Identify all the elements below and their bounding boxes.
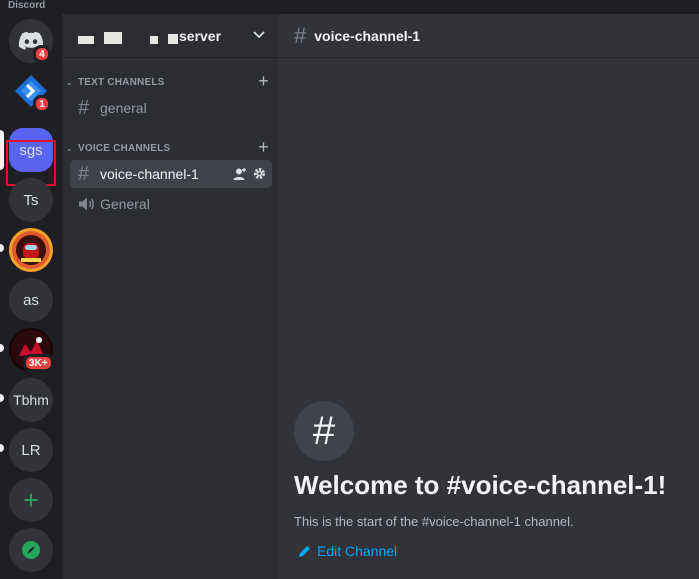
- notification-badge: 3K+: [23, 354, 54, 372]
- server-header[interactable]: server: [62, 14, 278, 58]
- edit-channel-label: Edit Channel: [317, 543, 398, 559]
- guild-as[interactable]: as: [9, 278, 53, 322]
- channel-sidebar: server ⌄ TEXT CHANNELS + # general ⌄ VOI…: [62, 14, 278, 579]
- guild-label: LR: [21, 441, 41, 459]
- category-label: TEXT CHANNELS: [78, 77, 165, 88]
- unread-indicator: [0, 394, 4, 402]
- notification-badge: 4: [33, 45, 51, 63]
- notification-badge: 1: [33, 95, 51, 113]
- channel-voice-channel-1[interactable]: # voice-channel-1: [70, 160, 272, 188]
- compass-icon: [22, 541, 40, 559]
- app-name: Discord: [8, 0, 46, 11]
- welcome-title: Welcome to #voice-channel-1!: [294, 470, 667, 500]
- redacted-block: [78, 36, 94, 44]
- chevron-down-icon: ⌄: [66, 144, 73, 153]
- channel-label: voice-channel-1: [100, 166, 199, 182]
- chevron-down-icon: [253, 31, 265, 39]
- guild-tbhm[interactable]: Tbhm: [9, 378, 53, 422]
- channel-general[interactable]: # general: [70, 94, 272, 122]
- plus-icon: +: [23, 485, 39, 515]
- guild-lr[interactable]: LR: [9, 428, 53, 472]
- add-member-icon[interactable]: [233, 167, 247, 181]
- welcome-subtitle: This is the start of the #voice-channel-…: [294, 514, 574, 529]
- selected-indicator: [0, 130, 4, 170]
- explore-servers-button[interactable]: [9, 528, 53, 572]
- redacted-block: [104, 32, 122, 44]
- create-channel-plus-icon[interactable]: +: [258, 137, 269, 158]
- channel-general-voice[interactable]: General: [70, 190, 272, 218]
- hash-icon: #: [78, 96, 90, 119]
- edit-channel-link[interactable]: Edit Channel: [298, 543, 397, 559]
- title-bar: Discord: [0, 0, 699, 14]
- redacted-block: [150, 36, 158, 44]
- hash-icon: #: [78, 162, 90, 185]
- category-label: VOICE CHANNELS: [78, 143, 171, 154]
- guild-label: Tbhm: [13, 392, 49, 408]
- category-text-channels[interactable]: ⌄ TEXT CHANNELS +: [66, 71, 269, 91]
- avatar-image-icon: [12, 231, 50, 269]
- hash-icon: #: [294, 22, 307, 48]
- guild-ts[interactable]: Ts: [9, 178, 53, 222]
- server-name: server: [179, 28, 222, 44]
- channel-header: # voice-channel-1: [278, 14, 699, 58]
- speaker-icon: [79, 197, 94, 211]
- redacted-block: [168, 34, 178, 44]
- unread-indicator: [0, 344, 4, 352]
- category-voice-channels[interactable]: ⌄ VOICE CHANNELS +: [66, 137, 269, 157]
- unread-indicator: [0, 244, 4, 252]
- add-server-button[interactable]: +: [9, 478, 53, 522]
- pencil-icon: [298, 545, 311, 557]
- main-content: # voice-channel-1 # Welcome to #voice-ch…: [278, 14, 699, 579]
- create-channel-plus-icon[interactable]: +: [258, 71, 269, 92]
- unread-indicator: [0, 444, 4, 452]
- hash-icon: #: [294, 401, 354, 461]
- guild-label: Ts: [23, 191, 39, 209]
- chevron-down-icon: ⌄: [66, 78, 73, 87]
- channel-label: general: [100, 100, 147, 116]
- channel-label: General: [100, 196, 150, 212]
- guild-label: as: [23, 291, 39, 309]
- guild-avatar-5[interactable]: [9, 228, 53, 272]
- gear-icon[interactable]: [253, 167, 266, 180]
- server-rail: 4 1 sgs Ts as 3K+ Tbhm LR +: [0, 14, 62, 579]
- channel-title: voice-channel-1: [314, 27, 421, 44]
